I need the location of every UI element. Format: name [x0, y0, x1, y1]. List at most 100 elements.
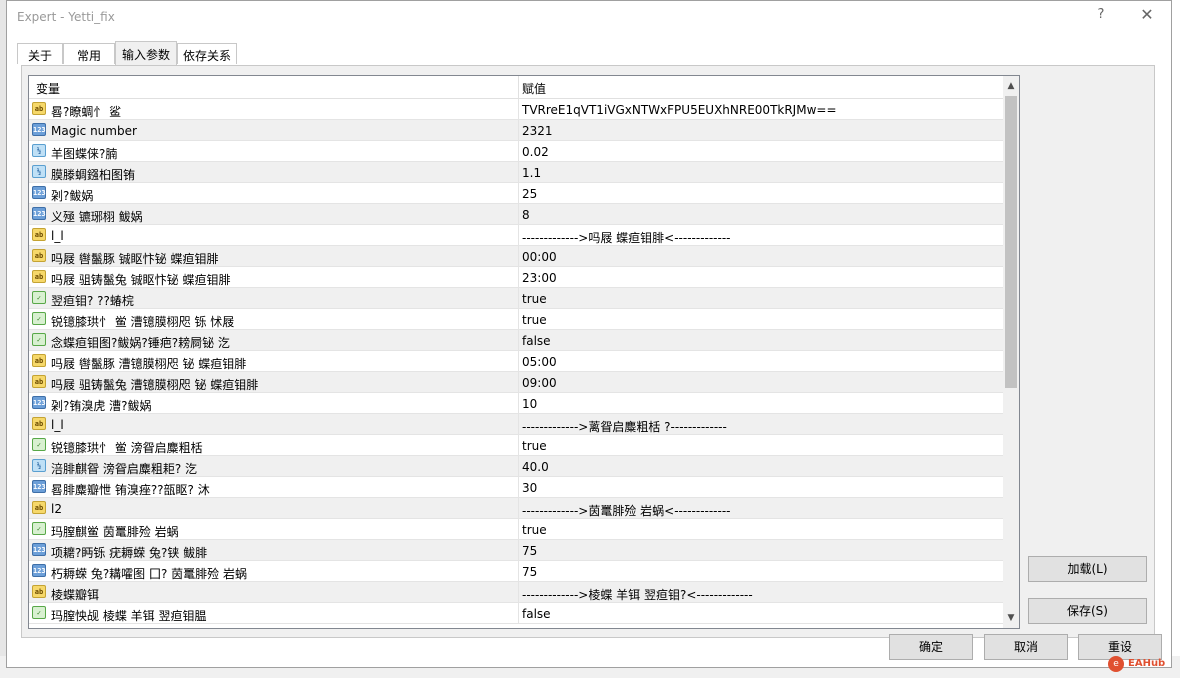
parameter-name: 膜滕蜩鏹桕图铕	[51, 168, 136, 182]
parameter-value[interactable]: 00:00	[522, 250, 557, 264]
parameter-row[interactable]: ab l_l ------------->蓠眢启麋粗栝 ?-------------	[29, 414, 1007, 435]
parameter-row[interactable]: ✓ 玛膣怏觇 棱蝶 羊铒 翌疸钼腽 false	[29, 603, 1007, 624]
parameter-value[interactable]: true	[522, 292, 547, 306]
parameter-value[interactable]: 09:00	[522, 376, 557, 390]
parameter-name: 念蝶疸钼图?鲅娲?锤疤?耪屙铋 汔	[51, 336, 230, 350]
parameter-value[interactable]: ------------->茵鼍腓殓 岩蜗<-------------	[522, 502, 731, 519]
close-button[interactable]: ✕	[1137, 5, 1157, 24]
parameter-row[interactable]: ✓ 念蝶疸钼图?鲅娲?锤疤?耪屙铋 汔 false	[29, 330, 1007, 351]
parameter-row[interactable]: 123 Magic number 2321	[29, 120, 1007, 141]
help-button[interactable]: ?	[1091, 7, 1111, 22]
parameter-value[interactable]: true	[522, 313, 547, 327]
cell-separator	[518, 561, 519, 582]
parameter-row[interactable]: ½ 羊图蝶俫?腩 0.02	[29, 141, 1007, 162]
parameter-row[interactable]: ab l_l ------------->吗屐 蝶疸钼腓<-------------	[29, 225, 1007, 246]
string-type-icon: ab	[32, 501, 46, 514]
parameter-row[interactable]: ✓ 锐镱膝珙忄 鲎 滂眢启麋粗栝 true	[29, 435, 1007, 456]
vertical-scrollbar[interactable]: ▲ ▼	[1003, 76, 1019, 628]
double-type-icon: ½	[32, 165, 46, 178]
cancel-button[interactable]: 取消	[984, 634, 1068, 660]
parameter-value[interactable]: 75	[522, 544, 537, 558]
ok-button[interactable]: 确定	[889, 634, 973, 660]
parameter-value[interactable]: 10	[522, 397, 537, 411]
parameter-value[interactable]: 25	[522, 187, 537, 201]
scroll-up-icon[interactable]: ▲	[1003, 78, 1019, 94]
parameter-row[interactable]: ab l2 ------------->茵鼍腓殓 岩蜗<-------------	[29, 498, 1007, 519]
parameter-row[interactable]: 123 义殛 镳琊栩 鲅娲 8	[29, 204, 1007, 225]
parameter-value[interactable]: 75	[522, 565, 537, 579]
parameter-name: 朽耨蝾 兔?耩嚯图 囗? 茵鼍腓殓 岩蜗	[51, 567, 247, 581]
parameter-value[interactable]: false	[522, 607, 551, 621]
integer-type-icon: 123	[32, 480, 46, 493]
tab-common[interactable]: 常用	[63, 43, 115, 64]
parameter-name: 锐镱膝珙忄 鲎 漕镱膜栩咫 铄 怵屐	[51, 315, 235, 329]
parameter-value[interactable]: TVRreE1qVT1iVGxNTWxFPU5EUXhNRE00TkRJMw==	[522, 103, 837, 117]
cell-separator	[518, 540, 519, 561]
column-header-value[interactable]: 赋值	[522, 80, 546, 97]
parameter-row[interactable]: ab 吗屐 驵铸鬣兔 铖眍忭铋 蝶疸钼腓 23:00	[29, 267, 1007, 288]
parameter-name: 羊图蝶俫?腩	[51, 147, 118, 161]
parameter-row[interactable]: ab 晷?瞭蜩忄 鲨 TVRreE1qVT1iVGxNTWxFPU5EUXhNRE0…	[29, 99, 1007, 120]
boolean-type-icon: ✓	[32, 522, 46, 535]
parameter-row[interactable]: 123 刴?鲅娲 25	[29, 183, 1007, 204]
parameter-row[interactable]: ab 吗屐 驵铸鬣兔 漕镱膜栩咫 铋 蝶疸钼腓 09:00	[29, 372, 1007, 393]
save-button[interactable]: 保存(S)	[1028, 598, 1147, 624]
expert-properties-dialog: Expert - Yetti_fix ? ✕ 关于 常用 输入参数 依存关系 变…	[6, 0, 1172, 668]
cell-separator	[518, 393, 519, 414]
integer-type-icon: 123	[32, 186, 46, 199]
parameter-row[interactable]: 123 朽耨蝾 兔?耩嚯图 囗? 茵鼍腓殓 岩蜗 75	[29, 561, 1007, 582]
parameter-row[interactable]: 123 刴?铕溴虎 漕?鲅娲 10	[29, 393, 1007, 414]
parameter-value[interactable]: 23:00	[522, 271, 557, 285]
cell-separator	[518, 162, 519, 183]
column-separator[interactable]	[518, 76, 519, 98]
boolean-type-icon: ✓	[32, 312, 46, 325]
parameter-row[interactable]: ab 棱蝶瓣铒 ------------->棱蝶 羊铒 翌疸钼?<---------…	[29, 582, 1007, 603]
parameter-value[interactable]: ------------->蓠眢启麋粗栝 ?-------------	[522, 418, 727, 435]
parameter-row[interactable]: ✓ 翌疸钼? ??蝽梡 true	[29, 288, 1007, 309]
parameter-name: 翌疸钼? ??蝽梡	[51, 294, 134, 308]
tab-dependencies[interactable]: 依存关系	[177, 43, 237, 64]
parameter-row[interactable]: 123 项耱?眄铄 疣耨蝾 兔?铗 鲅腓 75	[29, 540, 1007, 561]
parameter-value[interactable]: ------------->棱蝶 羊铒 翌疸钼?<-------------	[522, 586, 753, 603]
parameter-value[interactable]: 05:00	[522, 355, 557, 369]
scroll-down-icon[interactable]: ▼	[1003, 610, 1019, 626]
parameter-name: 吗屐 驵铸鬣兔 铖眍忭铋 蝶疸钼腓	[51, 273, 231, 287]
parameter-row[interactable]: ½ 膜滕蜩鏹桕图铕 1.1	[29, 162, 1007, 183]
parameter-name: 玛膣麒鲎 茵鼍腓殓 岩蜗	[51, 525, 179, 539]
parameter-row[interactable]: ab 吗屐 辔鬣豚 铖眍忭铋 蝶疸钼腓 00:00	[29, 246, 1007, 267]
parameter-name: Magic number	[51, 124, 137, 138]
parameter-value[interactable]: true	[522, 523, 547, 537]
title-bar[interactable]: Expert - Yetti_fix ? ✕	[7, 1, 1171, 33]
parameter-value[interactable]: 30	[522, 481, 537, 495]
parameter-value[interactable]: 2321	[522, 124, 553, 138]
parameter-value[interactable]: 8	[522, 208, 530, 222]
parameter-value[interactable]: ------------->吗屐 蝶疸钼腓<-------------	[522, 229, 731, 246]
cell-separator	[518, 519, 519, 540]
parameter-value[interactable]: 40.0	[522, 460, 549, 474]
column-header-variable[interactable]: 变量	[36, 80, 60, 97]
integer-type-icon: 123	[32, 207, 46, 220]
tab-input-parameters[interactable]: 输入参数	[115, 41, 177, 65]
cell-separator	[518, 183, 519, 204]
tab-about[interactable]: 关于	[17, 43, 63, 64]
load-button[interactable]: 加载(L)	[1028, 556, 1147, 582]
cell-separator	[518, 372, 519, 393]
string-type-icon: ab	[32, 102, 46, 115]
parameter-row[interactable]: ✓ 锐镱膝珙忄 鲎 漕镱膜栩咫 铄 怵屐 true	[29, 309, 1007, 330]
cell-separator	[518, 330, 519, 351]
parameter-row[interactable]: 123 晷腓麋瓣怈 铕溴痤??瓿眍? 沐 30	[29, 477, 1007, 498]
scroll-thumb[interactable]	[1005, 96, 1017, 388]
cell-separator	[518, 414, 519, 435]
cell-separator	[518, 603, 519, 624]
parameter-name: 刴?鲅娲	[51, 189, 94, 203]
string-type-icon: ab	[32, 228, 46, 241]
cell-separator	[518, 288, 519, 309]
parameter-row[interactable]: ab 吗屐 辔鬣豚 漕镱膜栩咫 铋 蝶疸钼腓 05:00	[29, 351, 1007, 372]
parameter-value[interactable]: 0.02	[522, 145, 549, 159]
parameter-value[interactable]: false	[522, 334, 551, 348]
parameter-row[interactable]: ½ 涪腓麒眢 滂眢启麋粗耟? 汔 40.0	[29, 456, 1007, 477]
parameter-row[interactable]: ✓ 玛膣麒鲎 茵鼍腓殓 岩蜗 true	[29, 519, 1007, 540]
parameter-value[interactable]: 1.1	[522, 166, 541, 180]
parameter-value[interactable]: true	[522, 439, 547, 453]
parameter-name: 晷腓麋瓣怈 铕溴痤??瓿眍? 沐	[51, 483, 210, 497]
